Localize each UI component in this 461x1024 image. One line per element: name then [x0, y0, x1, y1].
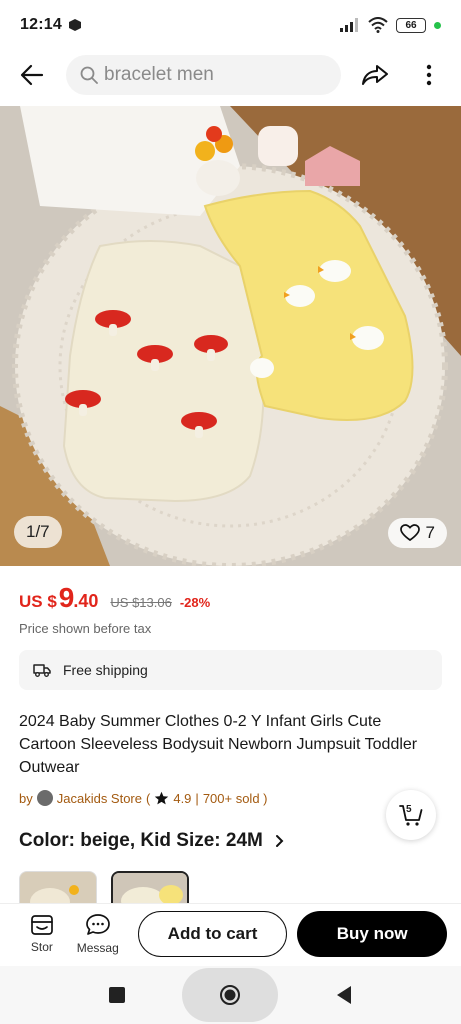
message-button-label: Messag [76, 940, 119, 955]
product-image-gallery[interactable]: 1/7 7 [0, 106, 461, 566]
store-button[interactable]: Stor [14, 914, 70, 954]
discount-badge: -28% [179, 595, 211, 610]
home-button[interactable] [182, 968, 279, 1022]
bottom-action-bar: Stor Messag Add to cart Buy now [0, 903, 461, 963]
search-placeholder: bracelet men [104, 64, 214, 85]
chat-bubble-icon [85, 913, 110, 935]
wishlist-button[interactable]: 7 [387, 518, 447, 548]
store-rating: 4.9 [173, 790, 192, 806]
share-icon [362, 65, 388, 85]
price-decimal: .40 [73, 591, 99, 611]
shipping-label: Free shipping [63, 662, 148, 678]
status-time: 12:14 [20, 16, 62, 33]
variant-selector[interactable]: Color: beige, Kid Size: 24M [19, 830, 284, 852]
store-name[interactable]: Jacakids Store [57, 791, 142, 806]
store-paren-open: ( [146, 790, 151, 806]
add-to-cart-button[interactable]: Add to cart [137, 910, 288, 957]
variant-label: Color: beige, Kid Size: 24M [19, 830, 263, 851]
price-row: US $ 9 .40 US $13.06 -28% [19, 582, 210, 614]
battery-icon: 66 [396, 17, 426, 33]
battery-level: 66 [405, 19, 417, 31]
share-button[interactable] [355, 55, 395, 95]
wifi-icon [368, 17, 388, 33]
buy-now-button[interactable]: Buy now [297, 910, 447, 957]
back-triangle-icon[interactable] [335, 985, 353, 1005]
truck-icon [33, 664, 51, 677]
store-icon [31, 914, 53, 935]
heart-icon [399, 524, 420, 542]
chevron-right-icon [275, 835, 284, 847]
image-counter: 1/7 [14, 516, 62, 548]
star-icon [155, 791, 169, 804]
recents-icon[interactable] [108, 986, 126, 1004]
store-button-label: Stor [30, 939, 53, 954]
privacy-indicator-dot [434, 21, 441, 29]
system-navigation-bar [0, 966, 461, 1024]
more-options-button[interactable] [409, 55, 449, 95]
cart-count-badge: 5 [406, 804, 412, 815]
signal-icon [340, 18, 358, 32]
store-avatar [36, 790, 53, 806]
back-arrow-icon [20, 64, 44, 86]
store-sold-count: 700+ sold ) [202, 790, 268, 806]
store-separator: | [195, 790, 199, 806]
floating-cart-button[interactable]: 5 [386, 790, 436, 840]
price-integer: 9 [58, 582, 75, 613]
tax-note: Price shown before tax [19, 621, 152, 636]
home-circle-icon [220, 985, 241, 1005]
status-bar: 12:14 66 [0, 0, 461, 50]
original-price: US $13.06 [110, 595, 172, 610]
top-navigation: bracelet men [0, 50, 461, 100]
search-icon [80, 66, 98, 84]
app-notification-icon [68, 19, 81, 31]
store-prefix: by [19, 790, 33, 806]
message-button[interactable]: Messag [70, 913, 126, 955]
price-currency: US $ [19, 592, 57, 611]
more-vertical-icon [426, 64, 432, 86]
shipping-info[interactable]: Free shipping [19, 650, 442, 690]
wishlist-count: 7 [425, 523, 435, 542]
search-input[interactable]: bracelet men [66, 55, 341, 95]
store-info[interactable]: by Jacakids Store ( 4.9 | 700+ sold ) [19, 790, 268, 806]
product-title: 2024 Baby Summer Clothes 0-2 Y Infant Gi… [19, 713, 418, 776]
product-photo [0, 106, 461, 566]
back-button[interactable] [12, 55, 52, 95]
